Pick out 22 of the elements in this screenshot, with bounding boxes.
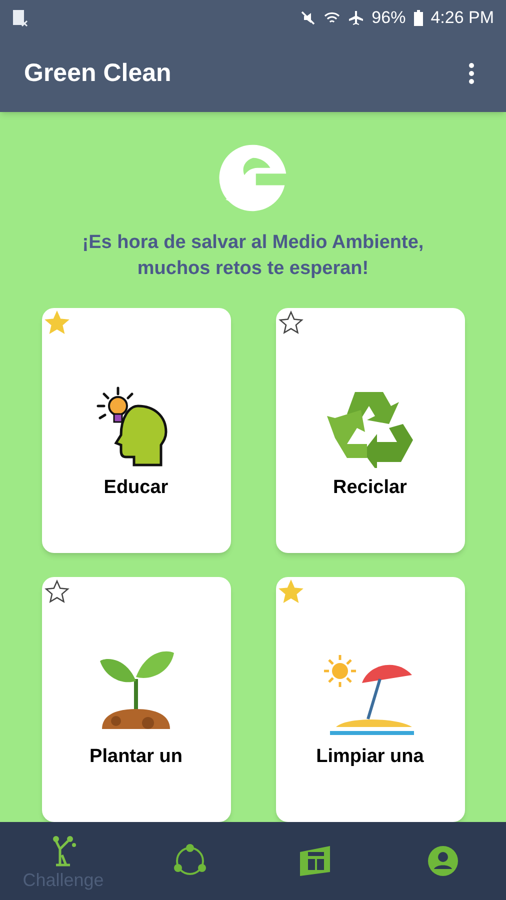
notification-icon — [12, 8, 28, 26]
star-icon[interactable] — [278, 579, 304, 605]
battery-percent: 96% — [372, 6, 406, 29]
challenge-card[interactable]: Limpiar una — [276, 577, 464, 822]
challenge-card[interactable]: Reciclar — [276, 308, 464, 553]
battery-icon — [414, 10, 423, 26]
challenge-card[interactable]: Plantar un — [42, 577, 230, 822]
airplane-icon — [348, 10, 364, 26]
card-label: Educar — [104, 476, 168, 500]
intro-text: ¡Es hora de salvar al Medio Ambiente, muchos retos te esperan! — [81, 231, 425, 281]
star-icon[interactable] — [278, 310, 304, 336]
card-label: Plantar un — [90, 745, 182, 769]
card-label: Reciclar — [333, 476, 407, 500]
challenge-card[interactable]: Educar — [42, 308, 230, 553]
mute-icon — [300, 10, 316, 26]
clock: 4:26 PM — [430, 6, 494, 29]
wifi-icon — [324, 10, 340, 26]
star-icon[interactable] — [44, 310, 70, 336]
card-label: Limpiar una — [316, 745, 424, 769]
profile-icon — [426, 845, 459, 877]
app-title: Green Clean — [24, 58, 172, 89]
star-icon[interactable] — [44, 579, 70, 605]
